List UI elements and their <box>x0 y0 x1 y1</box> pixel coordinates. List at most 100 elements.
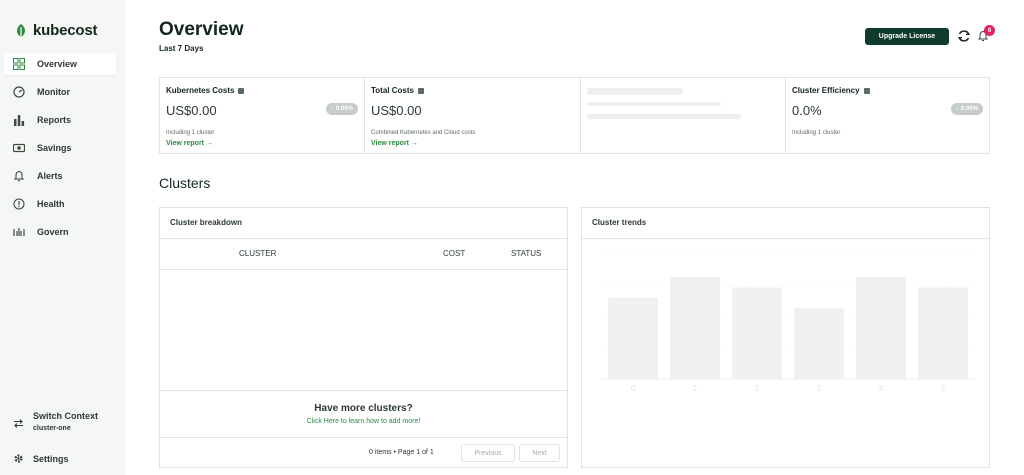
sidebar-item-monitor[interactable]: Monitor <box>4 81 116 103</box>
column-header-cluster[interactable]: CLUSTER <box>239 249 276 258</box>
skeleton-line <box>587 114 741 119</box>
x-tick-label: 0 <box>631 384 636 393</box>
bar-chart-icon <box>13 114 25 126</box>
sidebar-item-label: Health <box>37 199 65 209</box>
delta-badge: ↓ 0.00% <box>950 103 983 115</box>
sidebar-item-label: Savings <box>37 143 72 153</box>
cash-icon <box>13 142 25 154</box>
info-icon[interactable] <box>238 87 245 94</box>
clusters-heading: Clusters <box>159 175 211 191</box>
card-title: Cluster Efficiency <box>792 86 870 95</box>
column-header-status[interactable]: STATUS <box>511 249 541 258</box>
refresh-icon[interactable] <box>957 29 971 43</box>
sidebar: kubecost Overview Monitor Reports Saving… <box>0 0 125 475</box>
upgrade-license-button[interactable]: Upgrade License <box>865 28 949 45</box>
card-title: Kubernetes Costs <box>166 86 245 95</box>
card-value: US$0.00 <box>166 103 217 118</box>
next-page-button[interactable]: Next <box>519 444 560 462</box>
summary-cards: Kubernetes Costs US$0.00 ↓ 0.00% Includi… <box>159 77 990 154</box>
sidebar-item-label: Alerts <box>37 171 63 181</box>
divider <box>160 269 567 270</box>
card-note: Including 1 cluster <box>792 130 841 136</box>
notification-count-badge: 6 <box>984 25 995 36</box>
pagination-info: 0 items • Page 1 of 1 <box>369 449 434 456</box>
current-context: cluster-one <box>33 425 71 432</box>
view-report-link[interactable]: View report → <box>166 140 213 147</box>
trend-bar <box>856 276 906 379</box>
trend-bar <box>670 276 720 379</box>
sidebar-item-savings[interactable]: Savings <box>4 137 116 159</box>
gauge-icon <box>13 86 25 98</box>
x-tick-label: 3 <box>817 384 822 393</box>
trend-bar <box>608 297 658 379</box>
info-icon[interactable] <box>417 87 424 94</box>
arrow-right-icon: → <box>205 140 213 147</box>
trend-bar <box>732 287 782 379</box>
delta-value: 0.00% <box>335 106 353 112</box>
arrow-right-icon: → <box>410 140 418 147</box>
govern-icon <box>13 226 25 238</box>
cluster-breakdown-panel: Cluster breakdown CLUSTER COST STATUS Ha… <box>159 207 568 468</box>
trend-bar <box>918 287 968 379</box>
kubecost-logo[interactable]: kubecost <box>14 22 97 39</box>
cluster-efficiency-card: Cluster Efficiency 0.0% ↓ 0.00% Includin… <box>786 78 989 153</box>
card-title-text: Total Costs <box>371 86 414 95</box>
x-tick-label: 2 <box>755 384 760 393</box>
divider <box>160 390 567 391</box>
previous-page-button[interactable]: Previous <box>461 444 515 462</box>
sidebar-item-label: Govern <box>37 227 69 237</box>
loading-card <box>581 78 786 153</box>
panel-title: Cluster breakdown <box>170 218 243 227</box>
sidebar-item-overview[interactable]: Overview <box>4 53 116 75</box>
view-report-link[interactable]: View report → <box>371 140 418 147</box>
x-tick-label: 4 <box>879 384 884 393</box>
sidebar-nav: Overview Monitor Reports Savings Alerts <box>4 53 116 249</box>
delta-value: 0.00% <box>960 106 978 112</box>
settings-button[interactable]: Settings <box>13 453 69 464</box>
divider <box>160 238 567 239</box>
more-clusters-title: Have more clusters? <box>314 403 413 414</box>
sidebar-item-label: Overview <box>37 59 78 69</box>
kubernetes-costs-card: Kubernetes Costs US$0.00 ↓ 0.00% Includi… <box>160 78 365 153</box>
card-value: 0.0% <box>792 103 822 118</box>
card-title: Total Costs <box>371 86 424 95</box>
x-tick-label: 1 <box>693 384 698 393</box>
card-note: Combined Kubernetes and Cloud costs <box>371 130 476 136</box>
x-tick-label: 5 <box>941 384 946 393</box>
add-clusters-link[interactable]: Click Here to learn how to add more! <box>160 418 567 425</box>
kubecost-leaf-icon <box>17 23 25 38</box>
sidebar-item-label: Reports <box>37 115 72 125</box>
delta-badge: ↓ 0.00% <box>325 103 358 115</box>
page-title: Overview <box>159 19 244 40</box>
swap-icon <box>14 419 23 428</box>
bell-icon <box>13 170 25 182</box>
trend-bar <box>794 308 844 379</box>
arrow-down-icon: ↓ <box>330 106 334 112</box>
date-range-label: Last 7 Days <box>159 44 204 53</box>
view-report-label: View report <box>371 140 409 147</box>
total-costs-card: Total Costs US$0.00 Combined Kubernetes … <box>365 78 581 153</box>
column-header-cost[interactable]: COST <box>443 249 465 258</box>
card-note: Including 1 cluster <box>166 130 215 136</box>
sidebar-item-health[interactable]: Health <box>4 193 116 215</box>
logo-text: kubecost <box>33 22 98 39</box>
cluster-trends-panel: Cluster trends 0 1 2 3 4 5 <box>581 207 990 468</box>
switch-context-label: Switch Context <box>33 411 99 421</box>
card-value: US$0.00 <box>371 103 422 118</box>
divider <box>160 437 567 438</box>
sidebar-item-reports[interactable]: Reports <box>4 109 116 131</box>
view-report-label: View report <box>166 140 204 147</box>
sidebar-item-govern[interactable]: Govern <box>4 221 116 243</box>
sidebar-item-alerts[interactable]: Alerts <box>4 165 116 187</box>
info-icon[interactable] <box>863 87 870 94</box>
gear-icon <box>14 454 23 463</box>
sidebar-item-label: Monitor <box>37 87 70 97</box>
info-circle-icon <box>13 198 25 210</box>
card-title-text: Kubernetes Costs <box>166 86 235 95</box>
grid-icon <box>13 58 25 70</box>
skeleton-line <box>587 88 683 95</box>
panel-title: Cluster trends <box>592 218 647 227</box>
cluster-trends-chart: 0 1 2 3 4 5 <box>602 253 974 393</box>
switch-context[interactable]: Switch Context cluster-one <box>13 411 98 432</box>
skeleton-line <box>587 102 721 106</box>
